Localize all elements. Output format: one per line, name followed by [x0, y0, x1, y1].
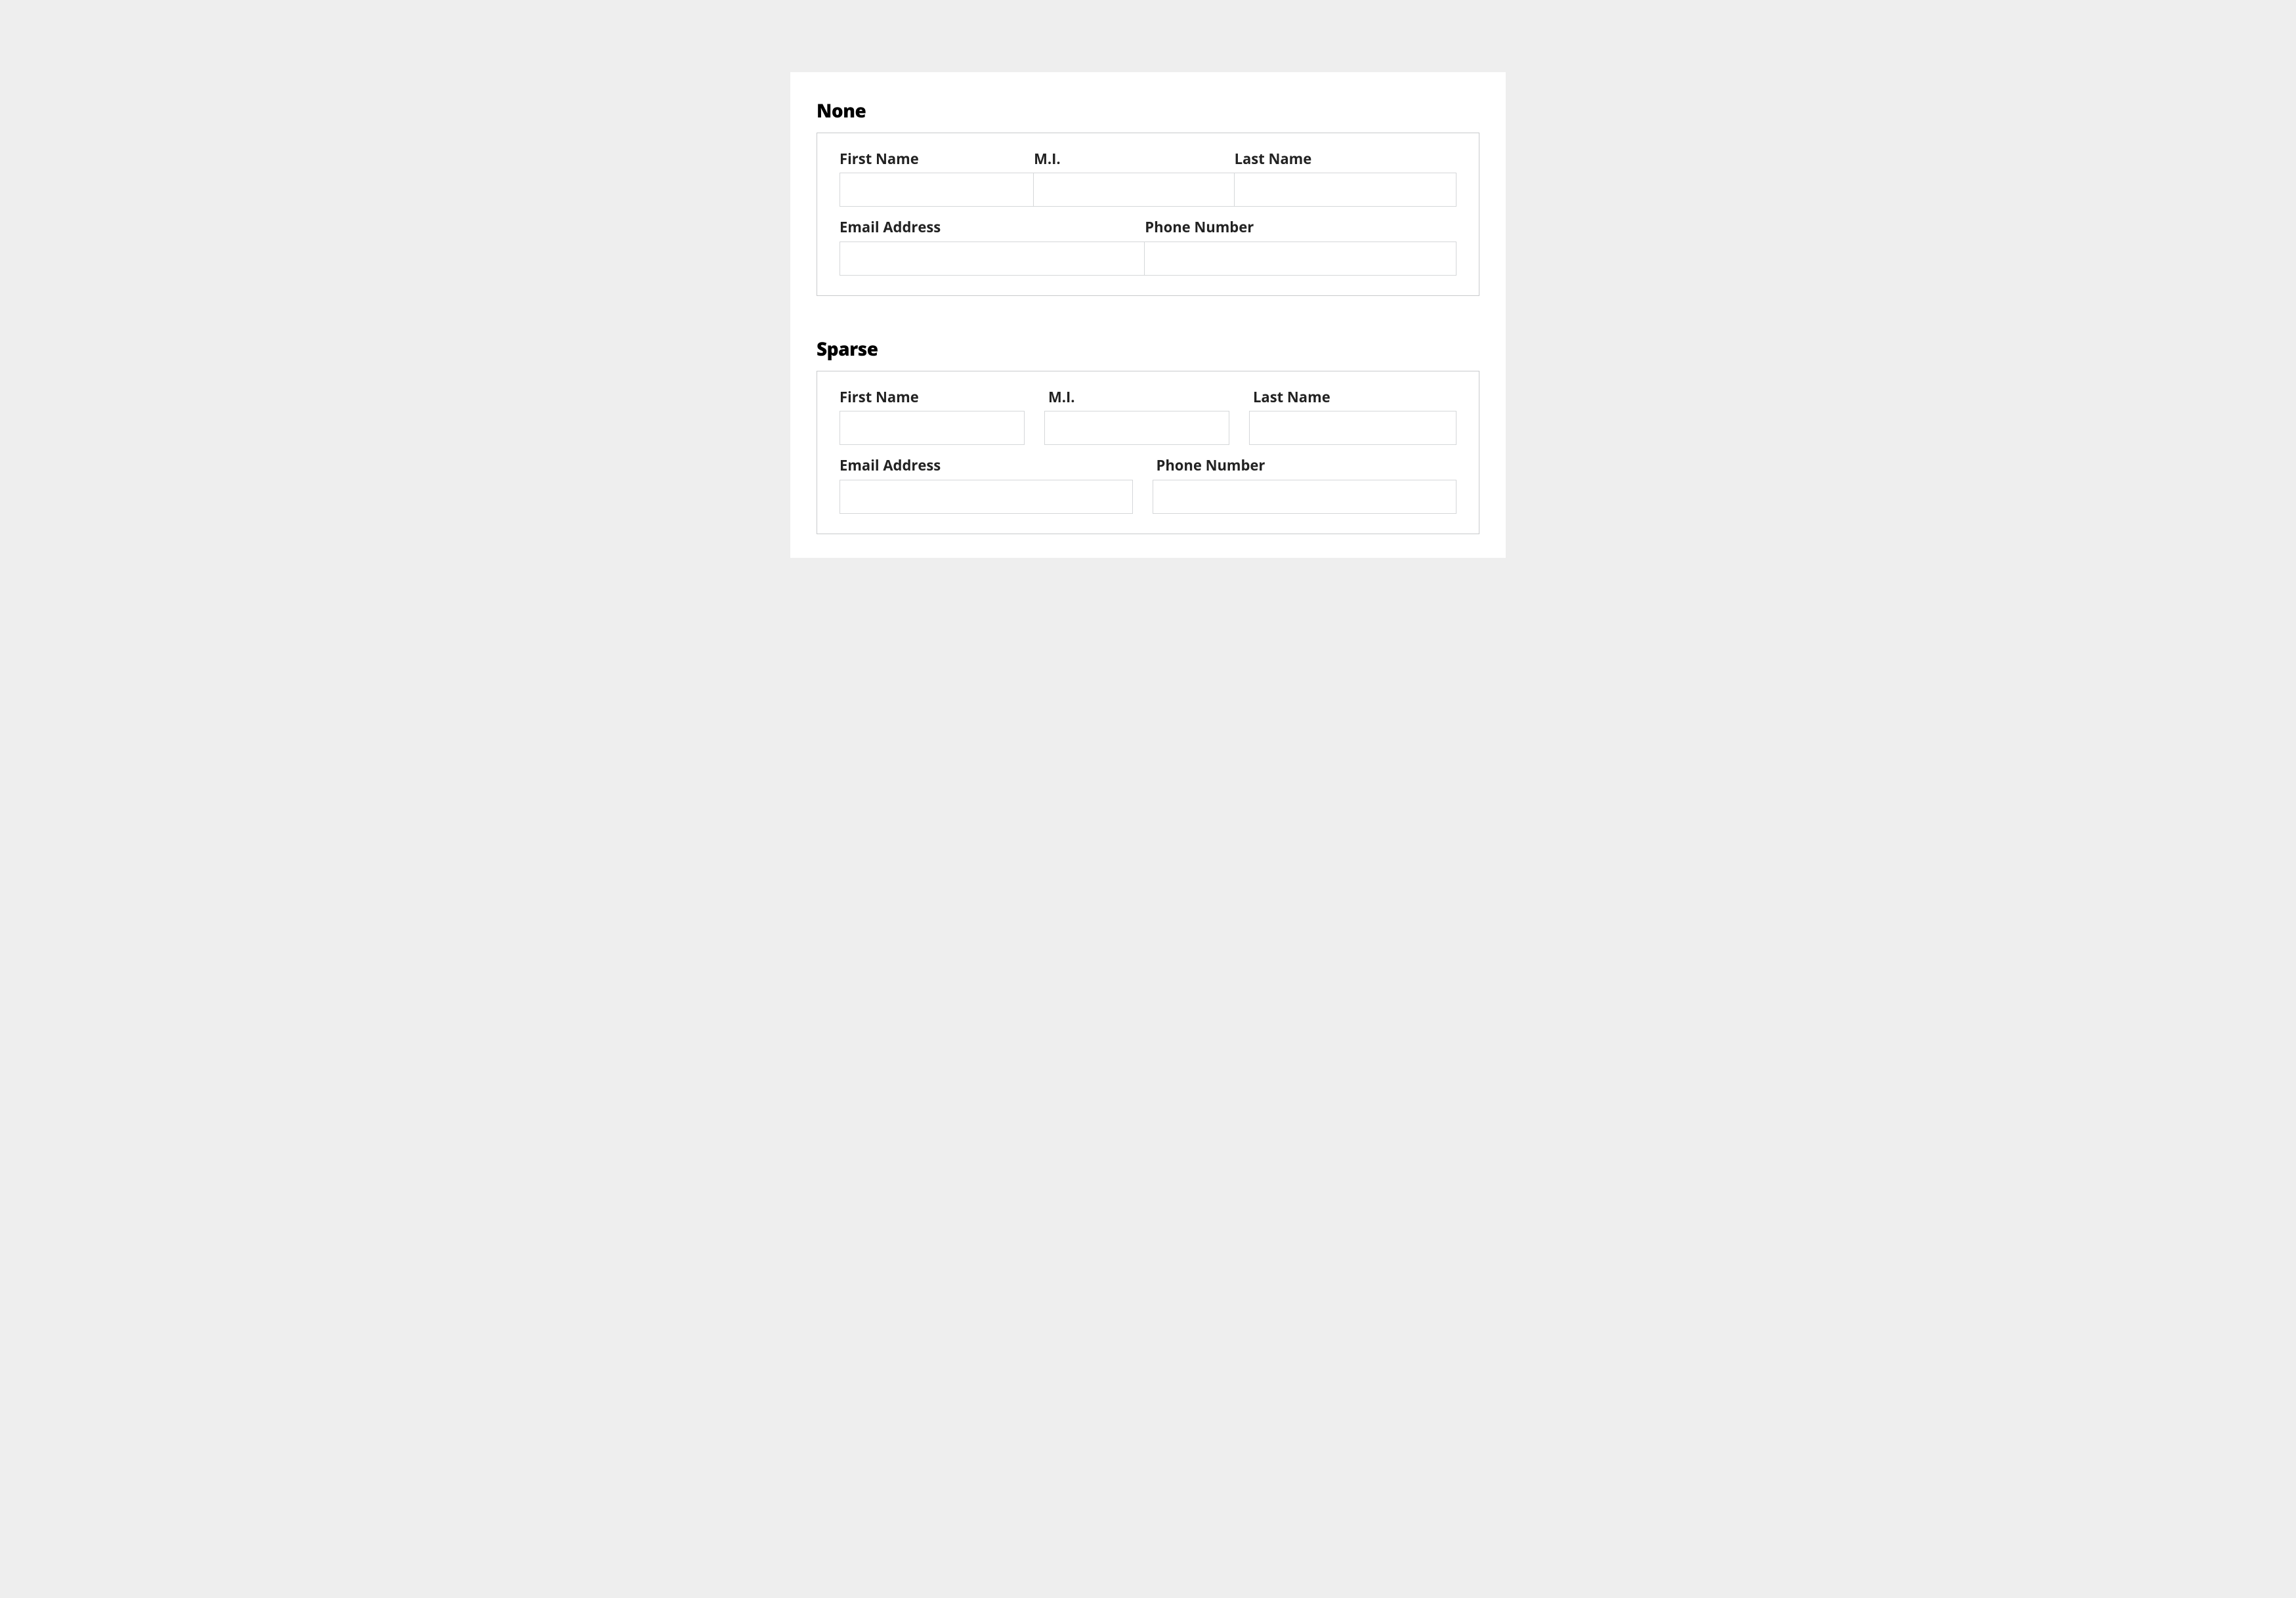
field-email-sparse: Email Address	[840, 454, 1133, 513]
label-email-sparse: Email Address	[840, 454, 1133, 479]
first-name-input-none[interactable]	[840, 173, 1034, 207]
form-panel-none: First Name M.I. Last Name Email Address …	[817, 133, 1479, 296]
label-last-name-sparse: Last Name	[1249, 386, 1456, 411]
field-email-none: Email Address	[840, 216, 1145, 275]
field-mi-sparse: M.I.	[1044, 386, 1229, 445]
label-last-name-none: Last Name	[1235, 148, 1456, 173]
row-contact-sparse: Email Address Phone Number	[840, 454, 1456, 513]
field-mi-none: M.I.	[1034, 148, 1235, 207]
label-mi-sparse: M.I.	[1044, 386, 1229, 411]
label-email-none: Email Address	[840, 216, 1145, 241]
first-name-input-sparse[interactable]	[840, 411, 1025, 445]
field-last-name-sparse: Last Name	[1249, 386, 1456, 445]
section-title-sparse: Sparse	[817, 337, 1479, 362]
label-phone-sparse: Phone Number	[1153, 454, 1457, 479]
field-last-name-none: Last Name	[1235, 148, 1456, 207]
field-phone-sparse: Phone Number	[1153, 454, 1457, 513]
form-panel-sparse: First Name M.I. Last Name Email Address …	[817, 371, 1479, 534]
section-title-none: None	[817, 98, 1479, 123]
label-first-name-none: First Name	[840, 148, 1034, 173]
phone-input-sparse[interactable]	[1153, 480, 1457, 514]
row-name-none: First Name M.I. Last Name	[840, 148, 1456, 207]
label-first-name-sparse: First Name	[840, 386, 1025, 411]
row-name-sparse: First Name M.I. Last Name	[840, 386, 1456, 445]
email-input-sparse[interactable]	[840, 480, 1133, 514]
field-first-name-sparse: First Name	[840, 386, 1025, 445]
mi-input-none[interactable]	[1034, 173, 1235, 207]
mi-input-sparse[interactable]	[1044, 411, 1229, 445]
last-name-input-none[interactable]	[1235, 173, 1456, 207]
row-contact-none: Email Address Phone Number	[840, 216, 1456, 275]
email-input-none[interactable]	[840, 242, 1145, 276]
card: None First Name M.I. Last Name Email Add…	[790, 72, 1506, 558]
last-name-input-sparse[interactable]	[1249, 411, 1456, 445]
field-first-name-none: First Name	[840, 148, 1034, 207]
phone-input-none[interactable]	[1145, 242, 1456, 276]
field-phone-none: Phone Number	[1145, 216, 1456, 275]
label-mi-none: M.I.	[1034, 148, 1235, 173]
label-phone-none: Phone Number	[1145, 216, 1456, 241]
